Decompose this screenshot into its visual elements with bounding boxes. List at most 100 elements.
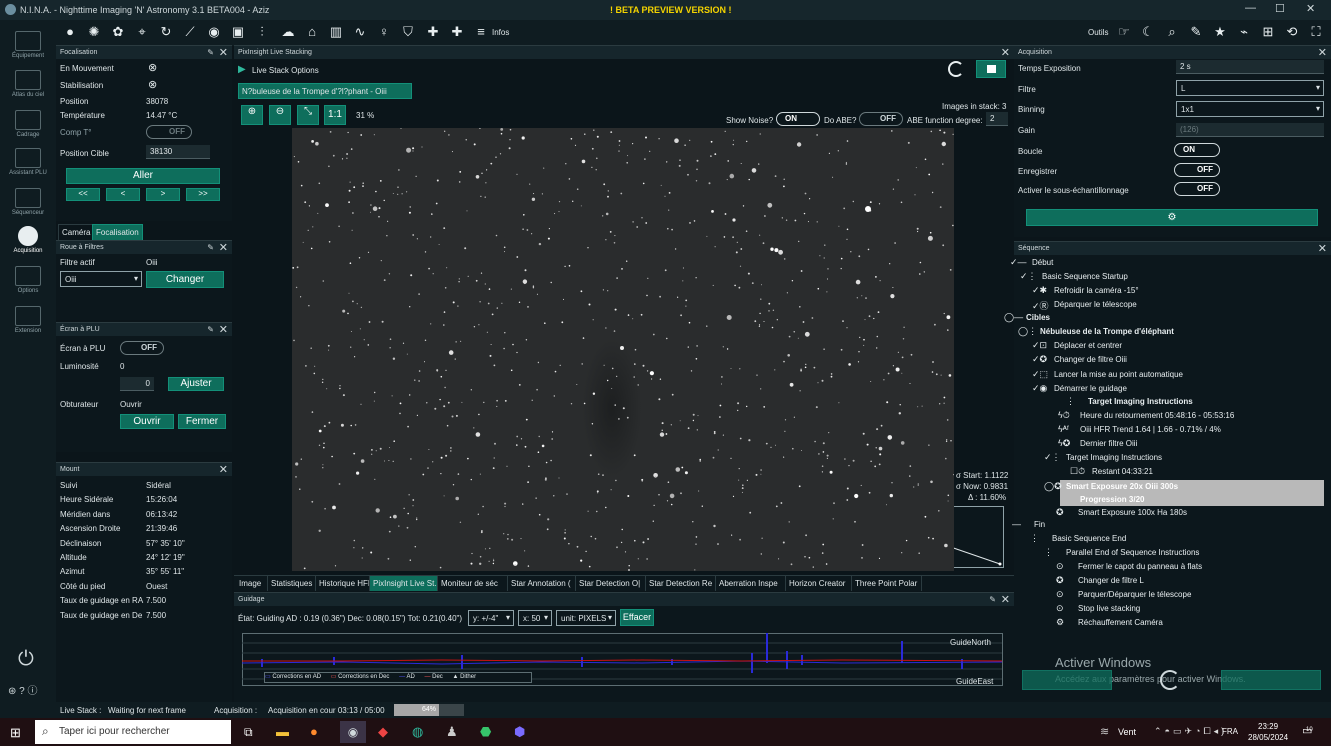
- bulb-icon[interactable]: ♀: [376, 24, 392, 40]
- power-icon[interactable]: ⏻: [18, 648, 34, 671]
- help-icon[interactable]: ⊛ ? ⓘ: [8, 682, 38, 697]
- abe-degree-input[interactable]: 2: [986, 112, 1008, 126]
- sequence-item[interactable]: Démarrer le guidage: [1054, 384, 1127, 393]
- sequence-item[interactable]: Restant 04:33:21: [1092, 467, 1153, 476]
- tab-9[interactable]: Horizon Creator: [786, 576, 852, 591]
- guider-icon[interactable]: ◉: [206, 24, 222, 40]
- rotator-icon[interactable]: ⌖: [134, 24, 150, 40]
- sequence-item[interactable]: Parallel End of Sequence Instructions: [1066, 548, 1199, 557]
- sequence-item[interactable]: Smart Exposure 20x Oiii 300s: [1066, 482, 1178, 491]
- stack-target-tab[interactable]: N?buleuse de la Trompe d'?l?phant - Oiii: [238, 83, 412, 99]
- sliders-icon[interactable]: ⫶: [254, 24, 270, 40]
- play-icon[interactable]: ▶: [238, 64, 246, 75]
- start-capture-button[interactable]: ⚙: [1026, 209, 1318, 226]
- clear-button[interactable]: Effacer: [620, 609, 654, 626]
- dome-icon[interactable]: ⌂: [304, 24, 320, 40]
- tab-7[interactable]: Star Detection Re: [646, 576, 716, 591]
- af-icon[interactable]: ⌁: [1236, 24, 1252, 40]
- firefox-icon[interactable]: ●: [310, 724, 318, 739]
- sidebar-item-extension[interactable]: Extension: [0, 306, 56, 334]
- clock-date[interactable]: 28/05/2024: [1248, 733, 1288, 742]
- y-scale-select[interactable]: y: +/-4": [468, 610, 514, 626]
- brightness-input[interactable]: 0: [120, 377, 154, 391]
- sidebar-item-atlas[interactable]: Atlas du ciel: [0, 70, 56, 98]
- sequence-item[interactable]: Heure du retournement 05:48:16 - 05:53:1…: [1080, 411, 1234, 420]
- sidebar-item-acquisition[interactable]: Acquisition: [0, 226, 56, 254]
- move-right-button[interactable]: >: [146, 188, 180, 201]
- layers-icon[interactable]: ≡: [473, 24, 489, 40]
- chart-icon[interactable]: ▥: [328, 24, 344, 40]
- taskbar-search[interactable]: ⌕ Taper ici pour rechercher: [35, 720, 231, 744]
- wave-icon[interactable]: ∿: [352, 24, 368, 40]
- sequence-item[interactable]: Déparquer le télescope: [1054, 300, 1137, 309]
- zoom-out-button[interactable]: ⊖: [269, 105, 291, 125]
- move-left-fast-button[interactable]: <<: [66, 188, 100, 201]
- temp-comp-toggle[interactable]: OFF: [146, 125, 192, 139]
- move-right-fast-button[interactable]: >>: [186, 188, 220, 201]
- tab-10[interactable]: Three Point Polar: [852, 576, 922, 591]
- save-toggle[interactable]: OFF: [1174, 163, 1220, 177]
- sidebar-item-equipment[interactable]: Équipement: [0, 31, 56, 59]
- task-view-icon[interactable]: ⧉: [244, 725, 253, 740]
- grid-icon[interactable]: ⊞: [1260, 24, 1276, 40]
- camera-icon[interactable]: ●: [62, 24, 78, 40]
- pin-icon[interactable]: ✎: [989, 595, 996, 604]
- app-icon-4[interactable]: ⬢: [514, 724, 525, 740]
- exposure-input[interactable]: 2 s: [1176, 60, 1324, 74]
- sequence-item[interactable]: Basic Sequence Startup: [1042, 272, 1128, 281]
- sequence-item[interactable]: Dernier filtre Oiii: [1080, 439, 1137, 448]
- change-filter-button[interactable]: Changer: [146, 271, 224, 288]
- brush-icon[interactable]: ✎: [1188, 24, 1204, 40]
- sequence-item[interactable]: Progression 3/20: [1080, 495, 1144, 504]
- language-label[interactable]: FRA: [1222, 727, 1238, 736]
- close-icon[interactable]: ✕: [219, 46, 228, 59]
- sidebar-item-framing[interactable]: Cadrage: [0, 110, 56, 138]
- nina-taskbar-icon[interactable]: ◉: [340, 721, 366, 743]
- sidebar-item-sequencer[interactable]: Séquenceur: [0, 188, 56, 216]
- subsample-toggle[interactable]: OFF: [1174, 182, 1220, 196]
- moon-icon[interactable]: ☾: [1140, 24, 1156, 40]
- close-button[interactable]: ✕: [1306, 2, 1315, 15]
- shield-icon[interactable]: ⛉: [400, 24, 416, 40]
- close-icon[interactable]: ✕: [219, 241, 228, 254]
- show-noise-toggle[interactable]: ON: [776, 112, 820, 126]
- sequence-item[interactable]: Lancer la mise au point automatique: [1054, 370, 1183, 379]
- sequence-item[interactable]: Parquer/Déparquer le télescope: [1078, 590, 1191, 599]
- anydesk-icon[interactable]: ◆: [378, 724, 388, 740]
- move-left-button[interactable]: <: [106, 188, 140, 201]
- maximize-button[interactable]: ☐: [1275, 2, 1285, 15]
- x-scale-select[interactable]: x: 50: [518, 610, 552, 626]
- tab-6[interactable]: Star Detection O|: [576, 576, 646, 591]
- history-icon[interactable]: ⟲: [1284, 24, 1300, 40]
- expand-icon[interactable]: ⛶: [1308, 24, 1324, 40]
- refresh-icon[interactable]: ↻: [158, 24, 174, 40]
- sequence-item[interactable]: Smart Exposure 100x Ha 180s: [1078, 508, 1187, 517]
- app-icon-1[interactable]: ◍: [412, 724, 423, 740]
- tab-5[interactable]: Star Annotation (: [508, 576, 576, 591]
- close-icon[interactable]: ✕: [1318, 46, 1327, 59]
- acq-filter-select[interactable]: L: [1176, 80, 1324, 96]
- tab-0[interactable]: Image: [236, 576, 268, 591]
- windows-start-icon[interactable]: ⊞: [10, 725, 21, 741]
- flat-screen-toggle[interactable]: OFF: [120, 341, 164, 355]
- sequence-item[interactable]: Fermer le capot du panneau à flats: [1078, 562, 1202, 571]
- sidebar-item-flat-wizard[interactable]: Assistant PLU: [0, 148, 56, 176]
- zoom-1-1-button[interactable]: 1:1: [324, 105, 346, 125]
- binning-select[interactable]: 1x1: [1176, 101, 1324, 117]
- sequence-item[interactable]: Changer de filtre L: [1078, 576, 1144, 585]
- sequence-item[interactable]: Fin: [1034, 520, 1045, 529]
- cursor-icon[interactable]: ☞: [1116, 24, 1132, 40]
- app-icon-2[interactable]: ♟: [446, 724, 458, 740]
- filter-select[interactable]: Oiii: [60, 271, 142, 287]
- tab-4[interactable]: Moniteur de séc: [438, 576, 508, 591]
- zoom-in-button[interactable]: ⊕: [241, 105, 263, 125]
- adjust-button[interactable]: Ajuster: [168, 377, 224, 391]
- weather-icon[interactable]: ☁: [280, 24, 296, 40]
- stacked-image[interactable]: [292, 128, 954, 571]
- tab-8[interactable]: Aberration Inspe: [716, 576, 786, 591]
- close-icon[interactable]: ✕: [1001, 593, 1010, 606]
- outils-label[interactable]: Outils: [1088, 28, 1108, 37]
- loop-toggle[interactable]: ON: [1174, 143, 1220, 157]
- sequence-item[interactable]: Changer de filtre Oiii: [1054, 355, 1127, 364]
- sequence-start-button[interactable]: [1022, 670, 1112, 690]
